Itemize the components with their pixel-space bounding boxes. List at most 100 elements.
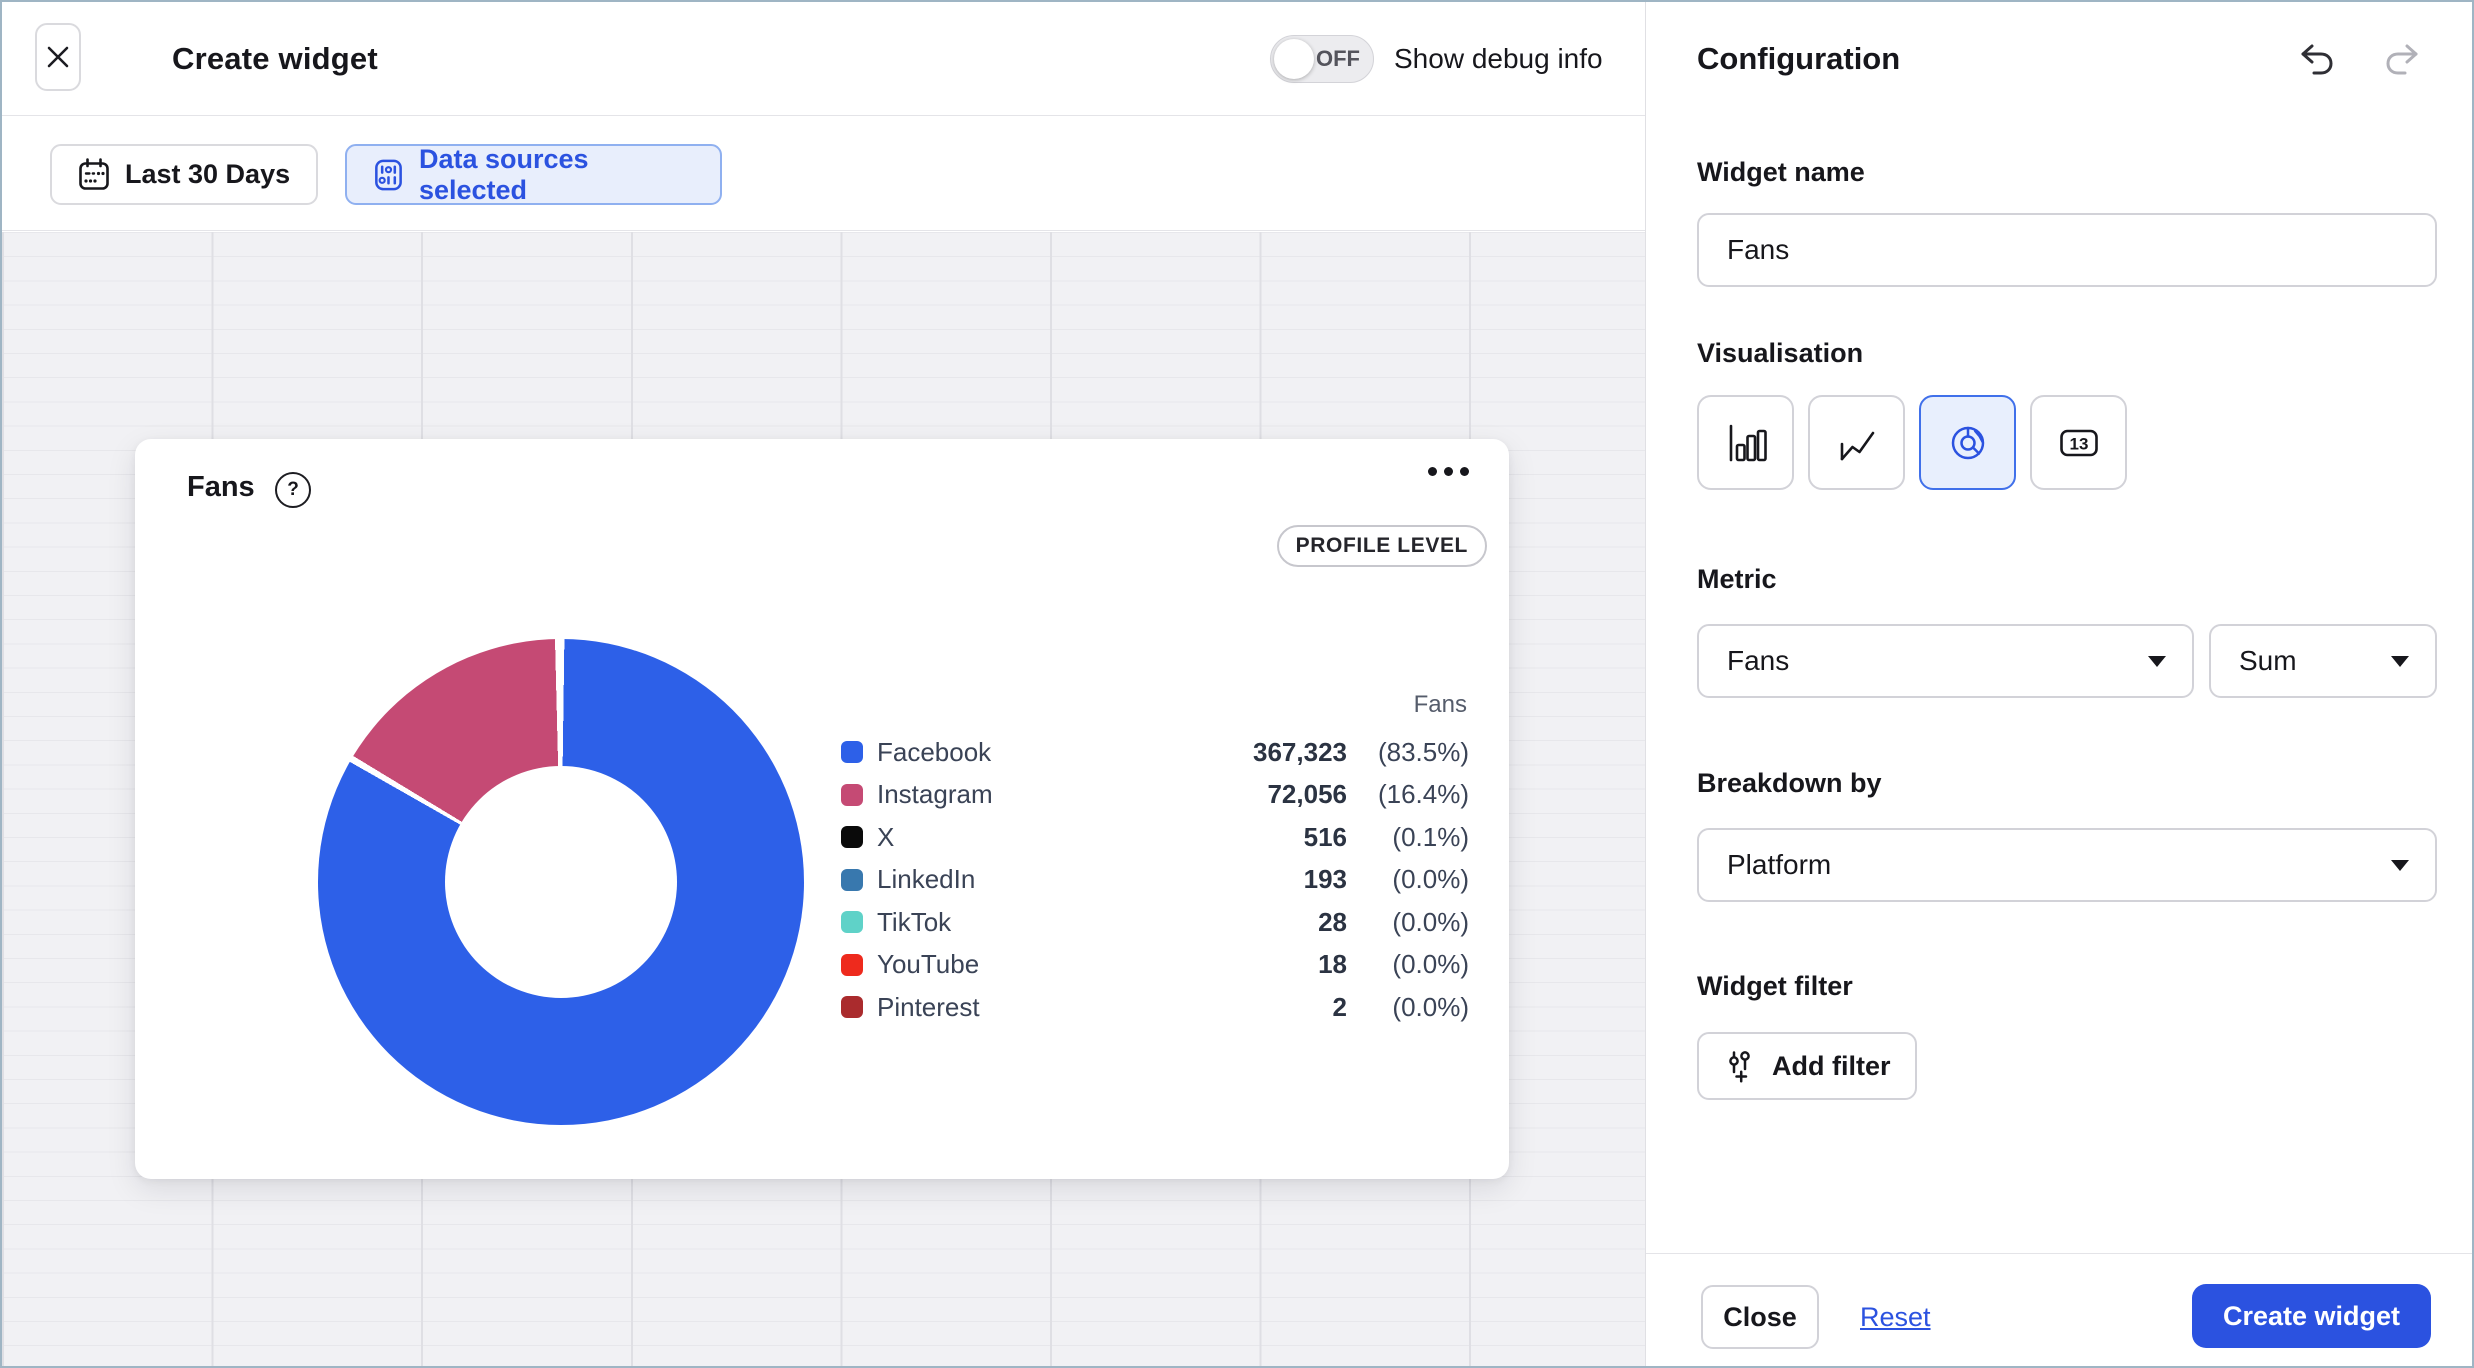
legend-percent: (0.0%) [1347, 992, 1469, 1023]
legend-value: 18 [1143, 949, 1347, 980]
legend-swatch [841, 869, 863, 891]
bar-chart-icon [1724, 421, 1768, 465]
close-dialog-button[interactable] [35, 23, 81, 91]
donut-chart-icon [1946, 421, 1990, 465]
chart-legend-rows: Facebook367,323(83.5%)Instagram72,056(16… [841, 731, 1469, 1029]
help-icon[interactable]: ? [275, 472, 311, 508]
chart-legend: Fans Facebook367,323(83.5%)Instagram72,0… [841, 691, 1469, 1029]
legend-percent: (0.0%) [1347, 907, 1469, 938]
caret-down-icon [2391, 656, 2409, 667]
legend-swatch [841, 911, 863, 933]
legend-value: 193 [1143, 864, 1347, 895]
profile-level-badge: PROFILE LEVEL [1277, 525, 1487, 567]
visualisation-options: 13 [1697, 395, 2127, 490]
legend-percent: (16.4%) [1347, 779, 1469, 810]
widget-name-field[interactable] [1697, 213, 2437, 287]
redo-arrow-icon [2381, 38, 2425, 82]
widget-name-input[interactable] [1727, 234, 2407, 266]
toolbar: Last 30 Days Data sources selected [2, 117, 1645, 231]
app-header: Create widget OFF Show debug info [2, 2, 1645, 116]
widget-title: Fans [187, 471, 255, 504]
date-range-button[interactable]: Last 30 Days [50, 144, 318, 205]
legend-row: Instagram72,056(16.4%) [841, 774, 1469, 817]
undo-button[interactable] [2294, 38, 2338, 82]
footer-divider [1646, 1253, 2474, 1254]
donut-chart [318, 639, 804, 1125]
caret-down-icon [2148, 656, 2166, 667]
widget-name-label: Widget name [1697, 157, 1865, 188]
legend-value: 72,056 [1143, 779, 1347, 810]
legend-percent: (0.0%) [1347, 864, 1469, 895]
metric-dropdown[interactable]: Fans [1697, 624, 2194, 698]
legend-swatch [841, 826, 863, 848]
create-widget-button[interactable]: Create widget [2192, 1284, 2431, 1348]
widget-filter-label: Widget filter [1697, 971, 1853, 1002]
legend-label: Pinterest [877, 992, 1143, 1023]
legend-percent: (83.5%) [1347, 737, 1469, 768]
legend-percent: (0.0%) [1347, 949, 1469, 980]
viz-option-line-chart[interactable] [1808, 395, 1905, 490]
breakdown-dropdown[interactable]: Platform [1697, 828, 2437, 902]
legend-value: 367,323 [1143, 737, 1347, 768]
viz-option-number[interactable]: 13 [2030, 395, 2127, 490]
legend-row: Pinterest2(0.0%) [841, 986, 1469, 1029]
debug-toggle-label: Show debug info [1394, 2, 1603, 116]
legend-label: YouTube [877, 949, 1143, 980]
sliders-plus-icon [1723, 1048, 1759, 1084]
breakdown-label: Breakdown by [1697, 768, 1882, 799]
svg-text:13: 13 [2069, 434, 2088, 453]
legend-row: Facebook367,323(83.5%) [841, 731, 1469, 774]
legend-label: Instagram [877, 779, 1143, 810]
legend-swatch [841, 954, 863, 976]
reset-link[interactable]: Reset [1860, 1285, 1931, 1349]
legend-percent: (0.1%) [1347, 822, 1469, 853]
widget-preview-card: Fans ? PROFILE LEVEL Fans Facebook367,32… [135, 439, 1509, 1179]
data-sources-button[interactable]: Data sources selected [345, 144, 722, 205]
breakdown-value: Platform [1727, 849, 1831, 881]
legend-label: LinkedIn [877, 864, 1143, 895]
redo-button[interactable] [2381, 38, 2425, 82]
toggle-state-label: OFF [1316, 36, 1360, 82]
aggregation-dropdown[interactable]: Sum [2209, 624, 2437, 698]
metric-label: Metric [1697, 564, 1777, 595]
page-title: Create widget [172, 2, 378, 116]
data-sources-label: Data sources selected [419, 144, 696, 206]
legend-swatch [841, 784, 863, 806]
toggle-knob [1274, 39, 1314, 79]
viz-option-donut-chart[interactable] [1919, 395, 2016, 490]
aggregation-value: Sum [2239, 645, 2297, 677]
visualisation-label: Visualisation [1697, 338, 1863, 369]
legend-row: X516(0.1%) [841, 816, 1469, 859]
caret-down-icon [2391, 860, 2409, 871]
legend-label: X [877, 822, 1143, 853]
close-button[interactable]: Close [1701, 1285, 1819, 1349]
create-widget-screen: Create widget OFF Show debug info Last 3… [0, 0, 2474, 1368]
add-filter-button[interactable]: Add filter [1697, 1032, 1917, 1100]
metric-value: Fans [1727, 645, 1789, 677]
binary-chip-icon [371, 157, 406, 193]
legend-value: 516 [1143, 822, 1347, 853]
viz-option-bar-chart[interactable] [1697, 395, 1794, 490]
add-filter-label: Add filter [1772, 1051, 1891, 1082]
undo-arrow-icon [2294, 38, 2338, 82]
x-icon [45, 44, 71, 70]
line-chart-icon [1835, 421, 1879, 465]
legend-swatch [841, 741, 863, 763]
legend-value: 28 [1143, 907, 1347, 938]
legend-swatch [841, 996, 863, 1018]
debug-toggle[interactable]: OFF [1270, 35, 1374, 83]
legend-column-header: Fans [841, 691, 1469, 719]
legend-row: YouTube18(0.0%) [841, 944, 1469, 987]
legend-label: Facebook [877, 737, 1143, 768]
number-icon: 13 [2057, 421, 2101, 465]
calendar-icon [76, 157, 112, 193]
legend-row: TikTok28(0.0%) [841, 901, 1469, 944]
configuration-title: Configuration [1697, 2, 1900, 116]
configuration-panel: Configuration Widget name Visualisation [1645, 2, 2474, 1368]
legend-row: LinkedIn193(0.0%) [841, 859, 1469, 902]
legend-value: 2 [1143, 992, 1347, 1023]
donut-hole [445, 766, 677, 998]
legend-label: TikTok [877, 907, 1143, 938]
date-range-label: Last 30 Days [125, 159, 290, 190]
more-menu-icon[interactable] [1428, 467, 1469, 476]
